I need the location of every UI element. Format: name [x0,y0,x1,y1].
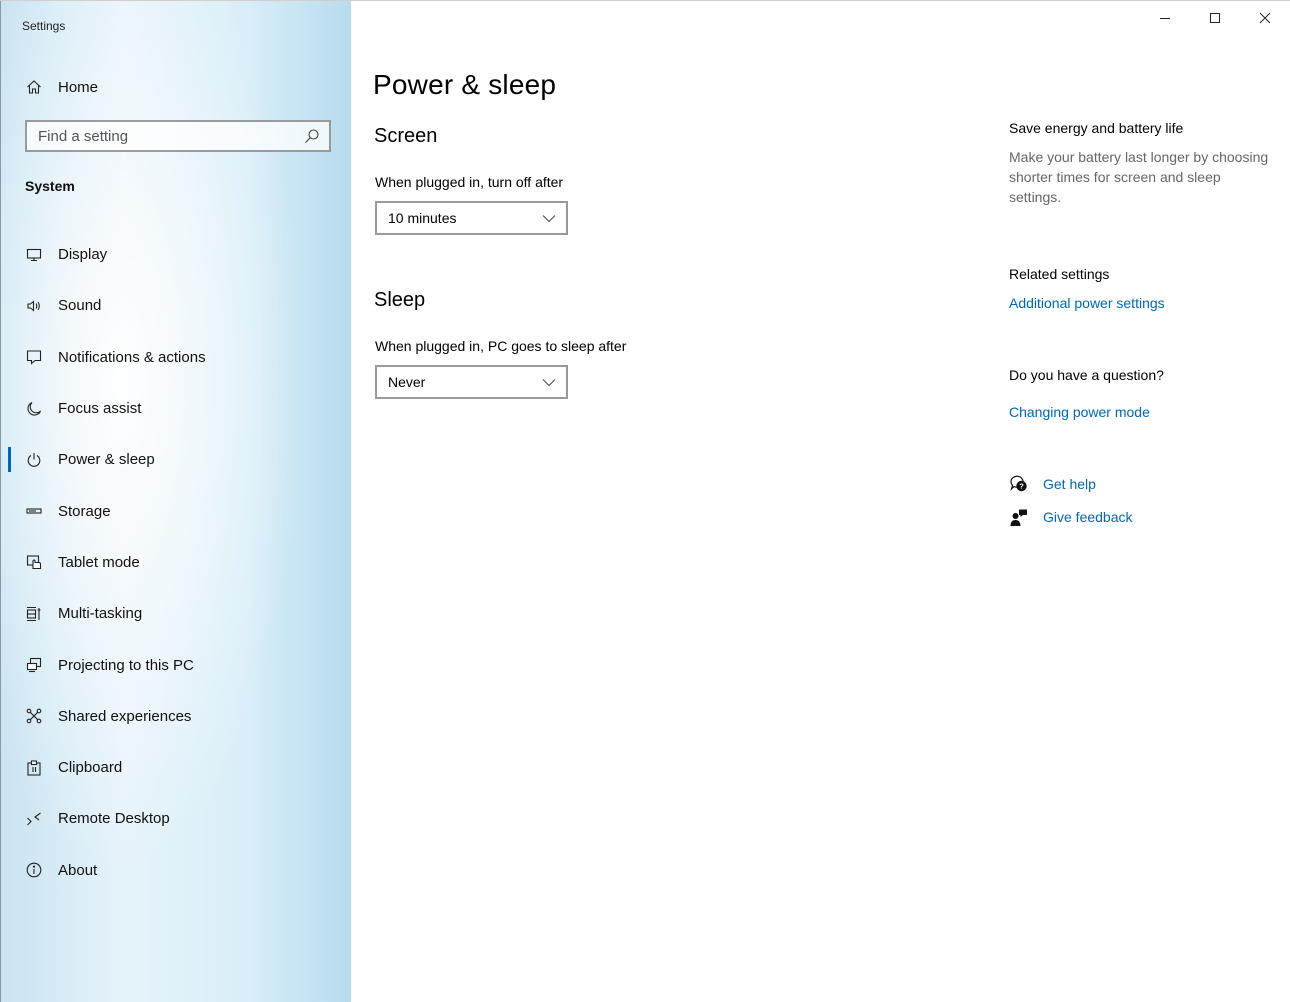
sidebar-item-label: Clipboard [58,759,123,777]
sidebar-item-about[interactable]: About [1,845,351,896]
screen-plugged-in-label: When plugged in, turn off after [375,174,564,190]
search-icon[interactable] [304,128,320,144]
clipboard-icon [24,758,44,778]
chevron-down-icon [542,379,556,387]
dropdown-value: 10 minutes [388,210,457,226]
sleep-timeout-dropdown[interactable]: Never [375,365,568,399]
svg-text:?: ? [1019,482,1024,491]
sleep-plugged-in-label: When plugged in, PC goes to sleep after [375,338,627,354]
sidebar-section-label: System [25,178,75,194]
sidebar-item-label: Sound [58,297,102,315]
sidebar-item-power-sleep[interactable]: Power & sleep [1,434,351,485]
display-icon [24,245,44,265]
notification-icon [24,347,44,367]
get-help-icon: ? [1009,474,1029,494]
give-feedback-icon [1009,507,1029,527]
sidebar-item-label: Power & sleep [58,451,155,469]
give-feedback-link: Give feedback [1043,509,1133,525]
sidebar-item-notifications[interactable]: Notifications & actions [1,332,351,383]
changing-power-mode-link[interactable]: Changing power mode [1009,404,1150,420]
get-help-link: Get help [1043,476,1096,492]
power-icon [24,450,44,470]
storage-icon [24,501,44,521]
sidebar-nav: Display Sound Notifications & actions Fo… [1,229,351,896]
search-input[interactable] [27,126,304,146]
moon-icon [24,399,44,419]
screen-timeout-dropdown[interactable]: 10 minutes [375,201,568,235]
sidebar-item-label: Remote Desktop [58,810,170,828]
sidebar-item-shared-experiences[interactable]: Shared experiences [1,691,351,742]
remote-desktop-icon [24,809,44,829]
sidebar-item-focus-assist[interactable]: Focus assist [1,383,351,434]
give-feedback-row[interactable]: Give feedback [1009,507,1133,527]
sidebar-item-display[interactable]: Display [1,229,351,280]
multitasking-icon [24,604,44,624]
sidebar: Settings Home System Display [0,1,351,1002]
sidebar-item-label: Multi-tasking [58,605,143,623]
sleep-heading: Sleep [374,289,426,311]
sidebar-item-label: Shared experiences [58,707,192,725]
speaker-icon [24,296,44,316]
projecting-icon [24,655,44,675]
sidebar-item-label: Tablet mode [58,553,140,571]
sidebar-item-storage[interactable]: Storage [1,485,351,536]
search-box[interactable] [25,120,331,152]
screen-heading: Screen [374,125,438,147]
get-help-row[interactable]: ? Get help [1009,474,1096,494]
sidebar-item-remote-desktop[interactable]: Remote Desktop [1,793,351,844]
sidebar-item-multitasking[interactable]: Multi-tasking [1,588,351,639]
info-icon [24,860,44,880]
sidebar-item-projecting[interactable]: Projecting to this PC [1,639,351,690]
sidebar-item-label: Focus assist [58,400,142,418]
sidebar-item-home[interactable]: Home [1,67,351,107]
sidebar-item-tablet-mode[interactable]: Tablet mode [1,537,351,588]
settings-window: Settings Home System Display [0,0,1290,1002]
sidebar-item-label: Home [58,78,99,96]
energy-description: Make your battery last longer by choosin… [1009,149,1269,205]
dropdown-value: Never [388,374,426,390]
page-title: Power & sleep [373,69,557,100]
chevron-down-icon [542,215,556,223]
energy-heading: Save energy and battery life [1009,120,1184,136]
sidebar-item-label: About [58,861,98,879]
sidebar-item-label: Display [58,246,108,264]
home-icon [24,77,44,97]
related-settings-heading: Related settings [1009,266,1110,282]
sidebar-item-label: Storage [58,502,111,520]
sidebar-item-clipboard[interactable]: Clipboard [1,742,351,793]
tablet-mode-icon [24,552,44,572]
additional-power-settings-link[interactable]: Additional power settings [1009,295,1165,311]
sidebar-item-label: Notifications & actions [58,348,206,366]
sidebar-item-label: Projecting to this PC [58,656,194,674]
sidebar-item-sound[interactable]: Sound [1,280,351,331]
shared-experiences-icon [24,706,44,726]
app-title: Settings [22,19,66,33]
question-heading: Do you have a question? [1009,367,1164,383]
